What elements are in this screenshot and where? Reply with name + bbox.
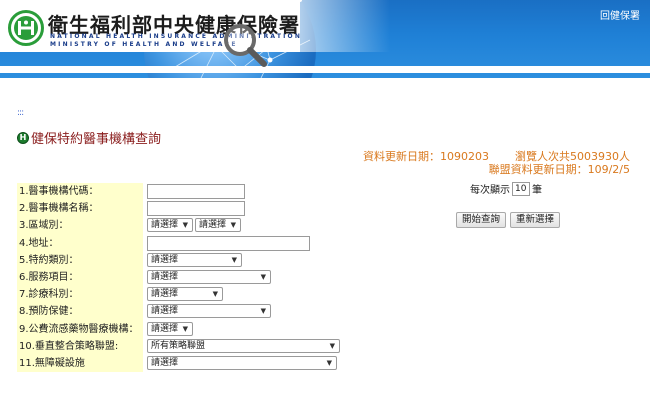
form-row: 8.預防保健： 請選擇 ▼ [17,303,347,321]
field-label: 2.醫事機構名稱： [17,200,143,218]
chevron-down-icon: ▼ [212,290,218,299]
chevron-down-icon: ▼ [230,221,236,230]
chevron-down-icon: ▼ [326,358,332,367]
reset-button[interactable]: 重新選擇 [510,212,560,228]
field-label: 1.醫事機構代碼： [17,183,143,201]
per-page-unit: 筆 [532,185,542,196]
alliance-update-value: 109/2/5 [587,163,630,176]
alliance-update-info: 聯盟資料更新日期：109/2/5 [489,161,630,177]
form-row: 3.區域別： 請選擇 ▼ 請選擇 ▼ [17,217,347,235]
field-label: 9.公費流感藥物醫療機構： [17,320,143,338]
field-label: 10.垂直整合策略聯盟: [17,337,143,355]
form-row: 7.診療科別： 請選擇 ▼ [17,286,347,304]
chevron-down-icon: ▼ [260,272,266,281]
flu-drug-select[interactable]: 請選擇 ▼ [147,321,193,336]
chevron-down-icon: ▼ [231,255,237,264]
site-header: 衛生福利部中央健康保險署 NATIONAL HEALTH INSURANCE A… [0,0,650,78]
breadcrumb[interactable]: ::: [17,108,24,118]
update-value: 1090203 [440,150,489,163]
page-title: H 健保特約醫事機構查詢 [17,128,161,147]
field-label: 8.預防保健： [17,303,143,321]
page-title-text: 健保特約醫事機構查詢 [31,132,162,147]
chevron-down-icon: ▼ [182,221,188,230]
nhi-logo-icon [8,10,44,46]
field-label: 11.無障礙設施 [17,354,143,373]
address-input[interactable] [147,235,310,251]
health-h-icon: H [17,131,29,144]
form-row: 2.醫事機構名稱： [17,200,347,218]
chevron-down-icon: ▼ [329,341,335,350]
field-label: 4.地址： [17,234,143,252]
form-row: 4.地址： [17,234,347,252]
agency-subtitle-en-2: MINISTRY OF HEALTH AND WELFARE [50,41,238,48]
preventive-care-select[interactable]: 請選擇 ▼ [147,304,271,319]
update-label: 資料更新日期： [363,150,440,163]
field-label: 6.服務項目： [17,268,143,287]
contract-type-select[interactable]: 請選擇 ▼ [147,252,242,267]
accessibility-select[interactable]: 請選擇 ▼ [147,355,337,370]
chevron-down-icon: ▼ [182,324,188,333]
form-row: 6.服務項目： 請選擇 ▼ [17,268,347,287]
form-row: 9.公費流感藥物醫療機構： 請選擇 ▼ [17,320,347,338]
header-white-strip [0,66,650,73]
per-page-input[interactable]: 10 [512,181,530,196]
institution-code-input[interactable] [147,184,245,199]
form-row: 10.垂直整合策略聯盟: 所有策略聯盟 ▼ [17,337,347,355]
field-label: 5.特約類別： [17,251,143,269]
home-link[interactable]: 回健保署 [600,7,640,22]
field-label: 3.區域別： [17,217,143,235]
district-select[interactable]: 請選擇 ▼ [195,218,241,233]
county-select[interactable]: 請選擇 ▼ [147,218,193,233]
department-select[interactable]: 請選擇 ▼ [147,287,223,302]
chevron-down-icon: ▼ [260,307,266,316]
institution-name-input[interactable] [147,201,245,217]
per-page-label: 每次顯示 [470,185,510,196]
search-button[interactable]: 開始查詢 [456,212,506,228]
search-form: 1.醫事機構代碼： 2.醫事機構名稱： 3.區域別： 請選擇 ▼ 請選擇 ▼ 4.地址… [17,183,347,373]
form-row: 1.醫事機構代碼： [17,183,347,201]
field-label: 7.診療科別： [17,286,143,304]
per-page-control: 每次顯示 10 筆 [470,181,542,196]
form-row: 5.特約類別： 請選擇 ▼ [17,251,347,269]
alliance-update-label: 聯盟資料更新日期： [488,163,588,176]
magnifier-icon [224,24,267,67]
form-row: 11.無障礙設施 請選擇 ▼ [17,354,347,373]
alliance-select[interactable]: 所有策略聯盟 ▼ [147,338,340,353]
service-item-select[interactable]: 請選擇 ▼ [147,269,271,284]
